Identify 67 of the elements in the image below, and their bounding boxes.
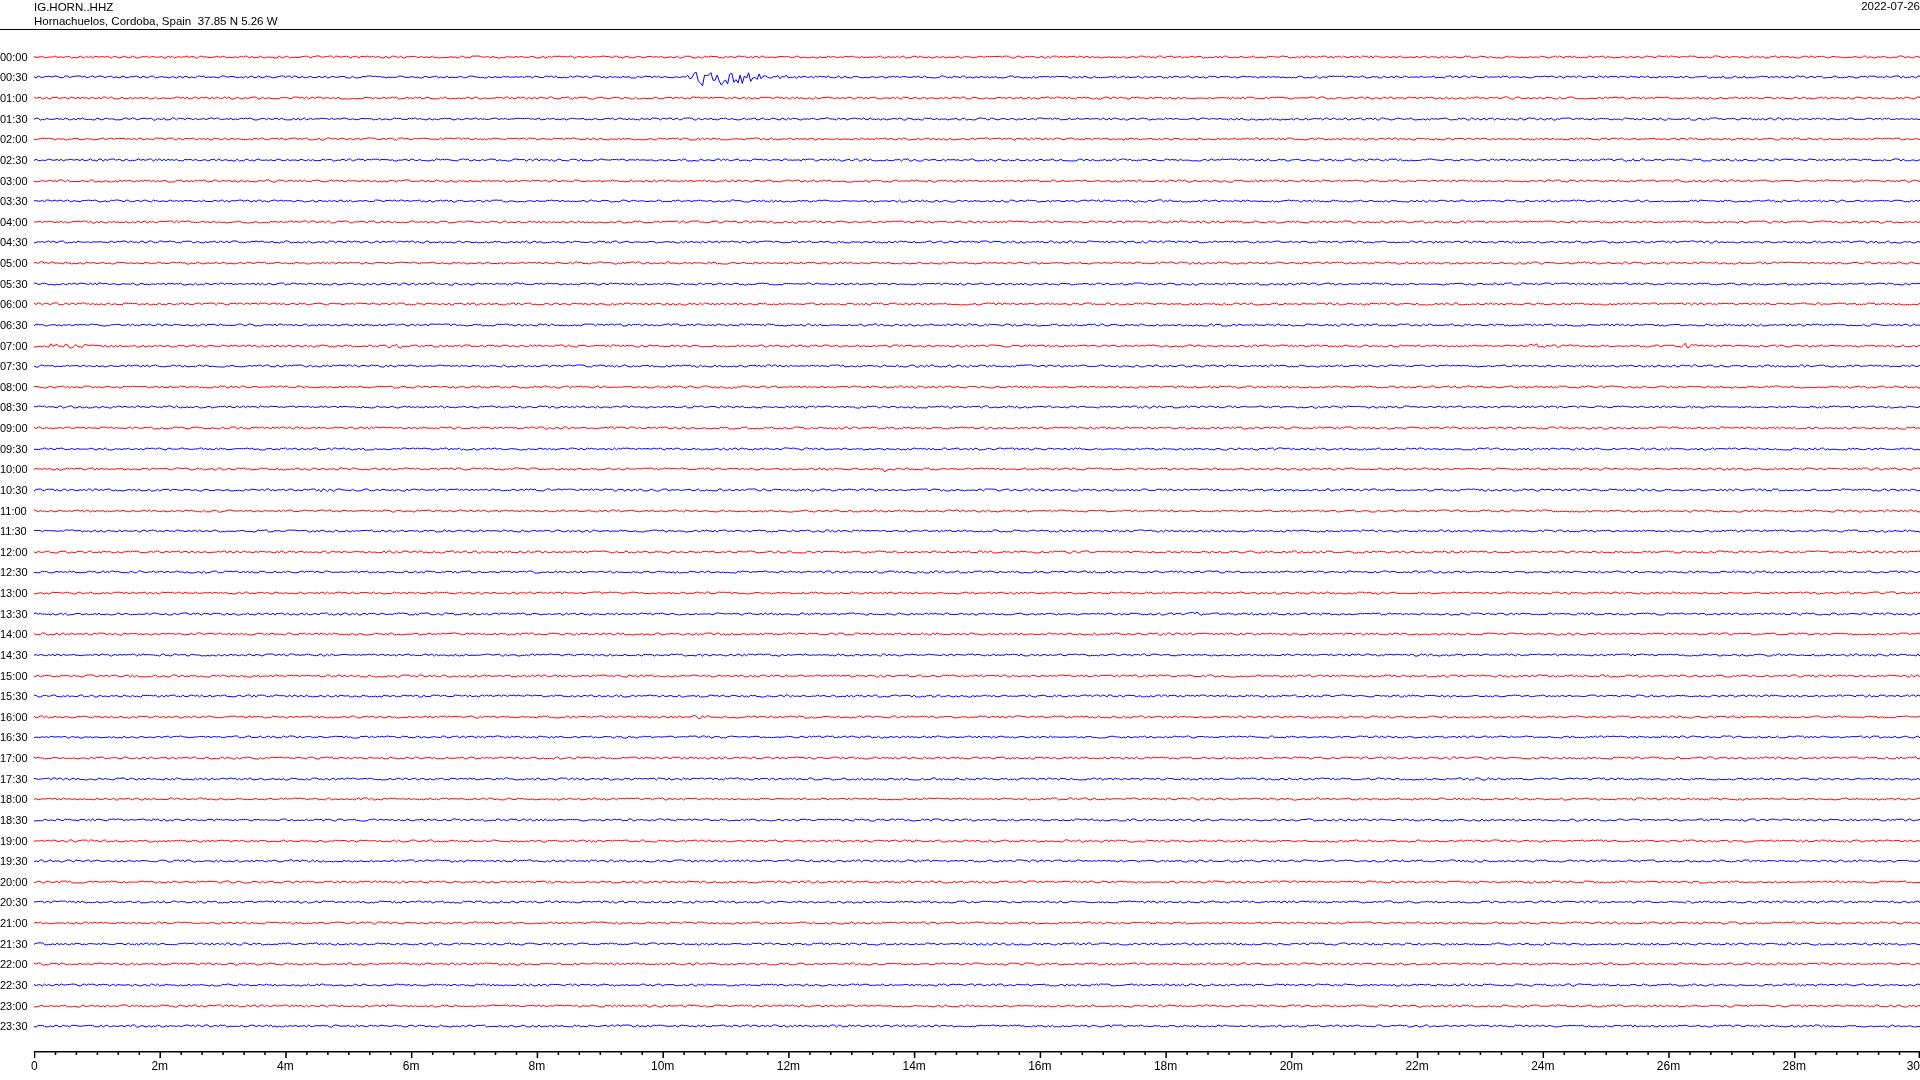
station-code: IG.HORN..HHZ <box>34 0 115 14</box>
time-label: 02:00 <box>0 133 29 146</box>
time-label: 08:00 <box>0 380 29 393</box>
time-label: 21:30 <box>0 937 29 950</box>
time-label: 19:30 <box>0 855 29 868</box>
time-label: 21:00 <box>0 917 29 930</box>
axis-label: 6m <box>402 1059 420 1073</box>
time-label: 01:30 <box>0 112 29 125</box>
time-label: 23:30 <box>0 1020 29 1033</box>
axis-label: 12m <box>776 1059 801 1073</box>
time-label: 09:00 <box>0 422 29 435</box>
time-label: 16:30 <box>0 731 29 744</box>
time-label: 02:30 <box>0 153 29 166</box>
axis-label: 16m <box>1028 1059 1052 1073</box>
axis-label: 26m <box>1656 1059 1681 1073</box>
time-label: 13:30 <box>0 607 29 620</box>
time-label: 03:00 <box>0 174 29 187</box>
time-label: 06:30 <box>0 318 29 331</box>
time-label: 07:00 <box>0 339 29 352</box>
time-label: 17:30 <box>0 772 29 785</box>
time-label: 12:00 <box>0 545 29 558</box>
date-label: 2022-07-26 <box>1861 0 1920 12</box>
time-label: 05:30 <box>0 277 29 290</box>
axis-label: 20m <box>1279 1059 1303 1073</box>
time-label: 04:00 <box>0 215 29 228</box>
time-label: 14:00 <box>0 628 29 641</box>
time-label: 00:00 <box>0 50 29 63</box>
station-location: Hornachuelos, Cordoba, Spain 37.85 N 5.26 W <box>34 14 278 28</box>
time-label: 23:00 <box>0 999 29 1012</box>
time-label: 00:30 <box>0 71 29 84</box>
axis-label: 0 <box>31 1059 38 1073</box>
time-label: 15:30 <box>0 690 29 703</box>
time-label: 11:30 <box>0 525 28 538</box>
time-label: 22:30 <box>0 978 29 991</box>
axis-label: 8m <box>528 1059 546 1073</box>
axis-label: 10m <box>651 1059 675 1073</box>
axis-label: 30 <box>1906 1059 1920 1073</box>
time-label: 12:30 <box>0 566 29 579</box>
axis-label: 4m <box>277 1059 294 1073</box>
time-label: 11:00 <box>0 504 28 517</box>
axis-label: 22m <box>1405 1059 1429 1073</box>
time-label: 01:00 <box>0 92 29 105</box>
axis-label: 28m <box>1782 1059 1806 1073</box>
time-label: 06:00 <box>0 298 29 311</box>
axis-label: 24m <box>1531 1059 1555 1073</box>
time-label: 08:30 <box>0 401 29 414</box>
time-label: 18:30 <box>0 813 29 826</box>
time-label: 04:30 <box>0 236 29 249</box>
time-label: 15:00 <box>0 669 29 682</box>
time-label: 16:00 <box>0 710 29 723</box>
time-label: 14:30 <box>0 648 29 661</box>
time-label: 19:00 <box>0 834 29 847</box>
time-label: 10:30 <box>0 483 29 496</box>
time-label: 20:30 <box>0 896 29 909</box>
time-label: 17:00 <box>0 752 29 765</box>
time-label: 22:00 <box>0 958 29 971</box>
time-label: 10:00 <box>0 463 29 476</box>
time-label: 13:00 <box>0 587 29 600</box>
time-label: 05:00 <box>0 257 29 270</box>
axis-label: 2m <box>151 1059 169 1073</box>
time-label: 18:00 <box>0 793 29 806</box>
time-label: 09:30 <box>0 442 29 455</box>
time-label: 03:30 <box>0 195 29 208</box>
axis-label: 14m <box>902 1059 926 1073</box>
axis-label: 18m <box>1153 1059 1178 1073</box>
time-label: 20:00 <box>0 875 29 888</box>
time-label: 07:30 <box>0 360 29 373</box>
